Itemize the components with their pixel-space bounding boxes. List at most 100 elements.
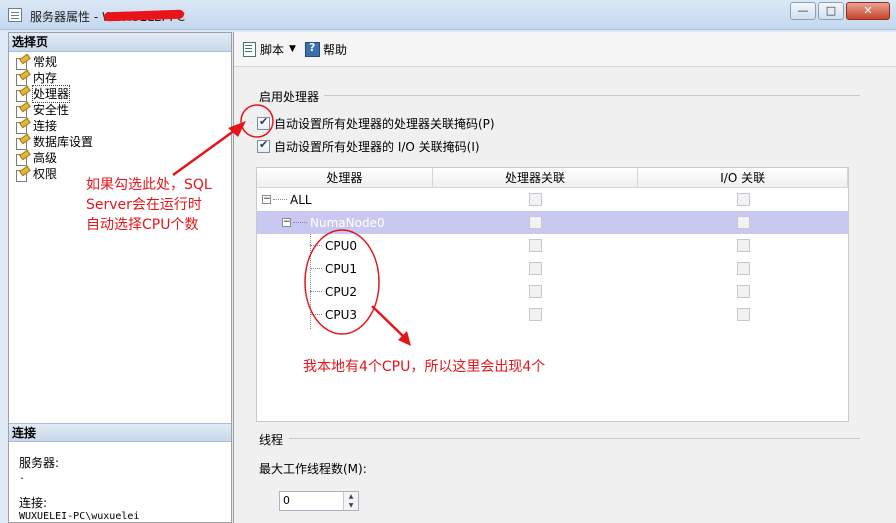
- page-item-security[interactable]: 安全性: [9, 102, 231, 118]
- help-label: 帮助: [322, 42, 347, 57]
- affinity-checkbox[interactable]: [529, 308, 543, 321]
- affinity-cell: [433, 257, 639, 280]
- table-row[interactable]: CPU3: [257, 303, 848, 326]
- processor-name: ALL: [290, 192, 312, 207]
- io-affinity-cell: [638, 257, 848, 280]
- tree-cell: − NumaNode0: [257, 211, 433, 234]
- column-header-affinity[interactable]: 处理器关联: [433, 168, 639, 187]
- stepper-arrows: ▲ ▼: [343, 492, 358, 510]
- tree-cell: CPU1: [257, 257, 433, 280]
- affinity-checkbox[interactable]: [529, 193, 543, 206]
- io-affinity-cell: [638, 211, 848, 234]
- processor-name: CPU2: [325, 284, 358, 299]
- affinity-checkbox[interactable]: [529, 285, 543, 298]
- page-settings-icon: [15, 88, 29, 102]
- annotation-text: 自动选择CPU个数: [86, 217, 199, 233]
- script-button[interactable]: 脚本 ▼: [241, 41, 296, 58]
- page-item-advanced[interactable]: 高级: [9, 150, 231, 166]
- chevron-down-icon[interactable]: ▼: [289, 44, 296, 54]
- chevron-up-icon[interactable]: ▲: [344, 492, 358, 501]
- server-label: 服务器:: [19, 456, 60, 470]
- io-affinity-checkbox[interactable]: [736, 239, 750, 252]
- page-item-processors[interactable]: 处理器: [9, 85, 231, 103]
- column-header-io-affinity[interactable]: I/O 关联: [638, 168, 848, 187]
- io-affinity-checkbox[interactable]: [736, 193, 750, 206]
- io-affinity-checkbox[interactable]: [736, 216, 750, 229]
- help-icon: [304, 41, 320, 57]
- page-item-label: 安全性: [33, 103, 70, 117]
- minimize-button[interactable]: —: [790, 2, 816, 20]
- script-icon: [241, 41, 257, 57]
- chevron-down-icon[interactable]: ▼: [344, 501, 358, 510]
- auto-affinity-checkbox[interactable]: [257, 115, 270, 130]
- connection-value: WUXUELEI-PC\wuxuelei: [19, 511, 140, 522]
- io-affinity-checkbox[interactable]: [736, 262, 750, 275]
- page-item-label: 常规: [33, 55, 58, 69]
- tree-cell: CPU0: [257, 234, 433, 257]
- page-item-memory[interactable]: 内存: [9, 70, 231, 86]
- tree-dots: [293, 222, 307, 223]
- tree-dots: [310, 314, 322, 315]
- tree-dots: [273, 199, 287, 200]
- group-divider: [289, 438, 860, 439]
- auto-io-checkbox[interactable]: [257, 138, 270, 153]
- processor-name: CPU3: [325, 307, 358, 322]
- tree-dots: [310, 291, 322, 292]
- page-item-label: 内存: [33, 71, 58, 85]
- max-worker-threads-label: 最大工作线程数(M):: [259, 462, 367, 476]
- table-row[interactable]: CPU2: [257, 280, 848, 303]
- max-worker-threads-stepper[interactable]: 0 ▲ ▼: [279, 491, 359, 511]
- io-affinity-cell: [638, 280, 848, 303]
- tree-cell: CPU2: [257, 280, 433, 303]
- tree-dots: [310, 268, 322, 269]
- toolbar: 脚本 ▼ 帮助: [234, 32, 896, 67]
- max-worker-threads-value[interactable]: 0: [280, 492, 343, 510]
- affinity-cell: [433, 280, 639, 303]
- page-settings-icon: [15, 136, 29, 150]
- table-row[interactable]: CPU1: [257, 257, 848, 280]
- auto-affinity-row: 自动设置所有处理器的处理器关联掩码(P): [257, 115, 495, 132]
- connection-label: 连接:: [19, 496, 48, 510]
- collapse-icon[interactable]: −: [262, 195, 271, 204]
- script-label: 脚本: [260, 42, 285, 57]
- threads-group-label: 线程: [259, 433, 284, 447]
- page-item-general[interactable]: 常规: [9, 54, 231, 70]
- page-item-database-settings[interactable]: 数据库设置: [9, 134, 231, 150]
- page-list: 常规 内存 处理器 安全性 连接 数据库设置 高级 权限: [9, 52, 231, 182]
- table-row[interactable]: − NumaNode0: [257, 211, 848, 234]
- affinity-checkbox[interactable]: [529, 239, 543, 252]
- group-divider: [324, 95, 860, 96]
- help-button[interactable]: 帮助: [304, 41, 347, 58]
- table-row[interactable]: CPU0: [257, 234, 848, 257]
- left-panel: 选择页 常规 内存 处理器 安全性 连接 数据库设置 高级 权限 连接 服务器:…: [8, 32, 232, 523]
- page-settings-icon: [15, 104, 29, 118]
- table-row[interactable]: − ALL: [257, 188, 848, 211]
- processor-name: CPU0: [325, 238, 358, 253]
- page-item-connections[interactable]: 连接: [9, 118, 231, 134]
- maximize-button[interactable]: □: [818, 2, 844, 20]
- io-affinity-cell: [638, 188, 848, 211]
- affinity-cell: [433, 211, 639, 234]
- right-panel: 脚本 ▼ 帮助 启用处理器 自动设置所有处理器的处理器关联掩码(P) 自动设置所…: [233, 32, 896, 523]
- processor-name: NumaNode0: [310, 215, 385, 230]
- page-item-label: 处理器: [31, 85, 71, 103]
- annotation-note-1: 如果勾选此处，SQL Server会在运行时 自动选择CPU个数: [86, 175, 212, 235]
- io-affinity-checkbox[interactable]: [736, 285, 750, 298]
- page-settings-icon: [15, 120, 29, 134]
- affinity-checkbox[interactable]: [529, 216, 543, 229]
- close-button[interactable]: ✕: [846, 2, 890, 20]
- page-item-label: 高级: [33, 151, 58, 165]
- io-affinity-checkbox[interactable]: [736, 308, 750, 321]
- tree-dots: [310, 245, 322, 246]
- page-item-label: 数据库设置: [33, 135, 94, 149]
- annotation-text: Server会在运行时: [86, 197, 202, 213]
- io-affinity-cell: [638, 234, 848, 257]
- page-settings-icon: [15, 168, 29, 182]
- column-header-processor[interactable]: 处理器: [257, 168, 433, 187]
- affinity-cell: [433, 234, 639, 257]
- tree-cell: − ALL: [257, 188, 433, 211]
- auto-affinity-label: 自动设置所有处理器的处理器关联掩码(P): [274, 117, 495, 131]
- affinity-checkbox[interactable]: [529, 262, 543, 275]
- collapse-icon[interactable]: −: [282, 218, 291, 227]
- auto-io-label: 自动设置所有处理器的 I/O 关联掩码(I): [274, 140, 480, 154]
